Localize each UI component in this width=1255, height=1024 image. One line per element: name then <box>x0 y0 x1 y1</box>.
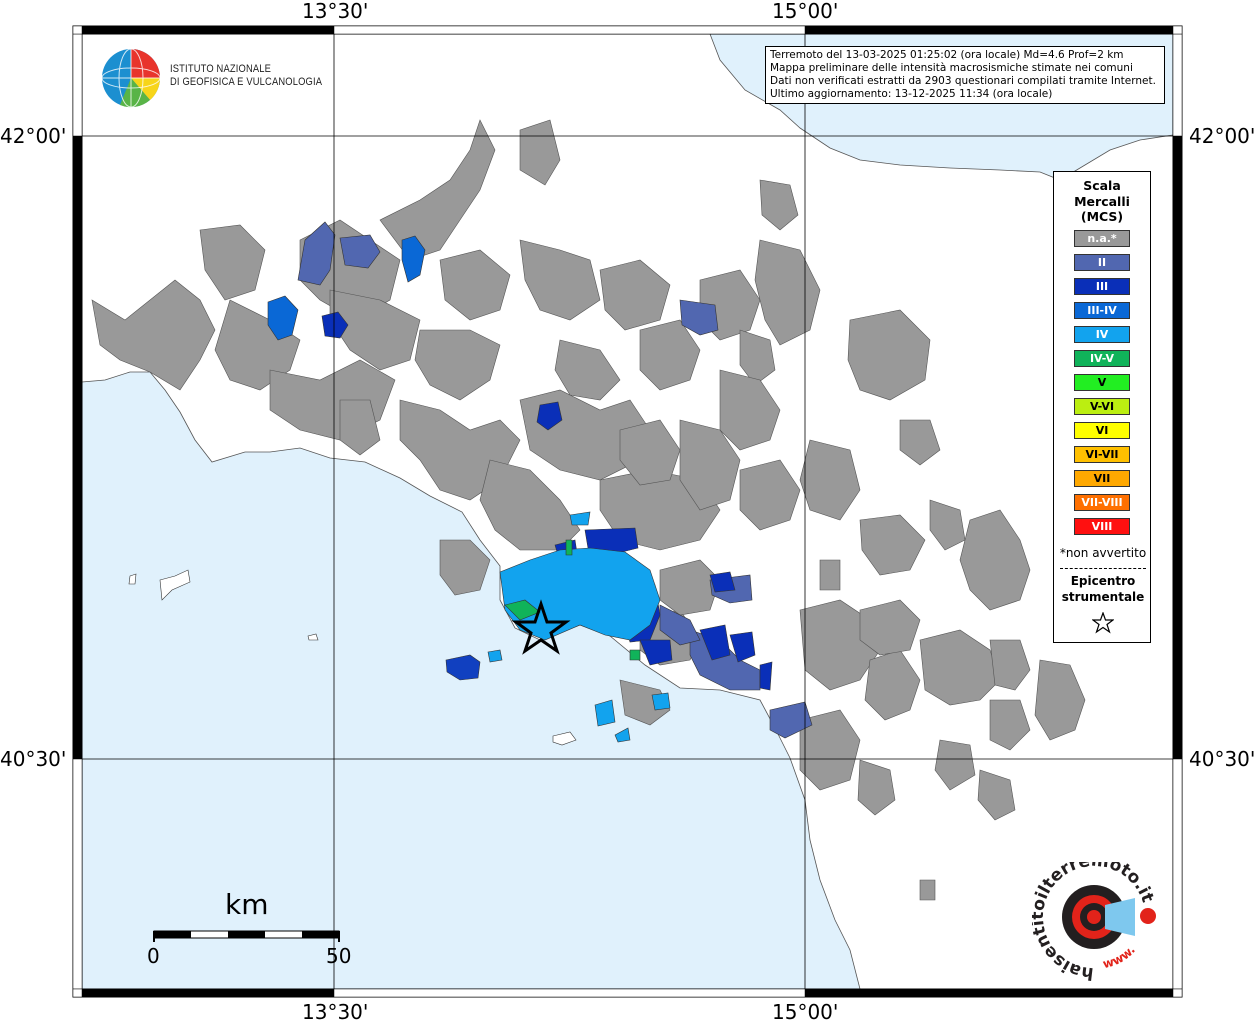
event-info-line1: Terremoto del 13-03-2025 01:25:02 (ora l… <box>770 49 1124 61</box>
star-icon <box>1092 612 1114 634</box>
not-felt-note: *non avvertito <box>1059 546 1147 560</box>
intensity-legend: Scala Mercalli (MCS) n.a.* II III III-IV IV I… <box>1053 171 1151 643</box>
globe-icon <box>101 48 161 108</box>
event-info-line2: Mappa preliminare delle intensità macros… <box>770 62 1133 74</box>
event-info-line3: Dati non verificati estratti da 2903 que… <box>770 75 1156 87</box>
legend-title-line1: Scala <box>1083 178 1121 193</box>
legend-separator <box>1060 568 1146 569</box>
brand-url-path: www. <box>1101 943 1138 971</box>
legend-swatch: IV-V <box>1074 350 1130 367</box>
epicenter-label-line2: strumentale <box>1061 590 1145 604</box>
legend-title-line2: Mercalli <box>1074 193 1130 209</box>
scale-end: 50 <box>326 944 352 968</box>
institute-line1: ISTITUTO NAZIONALE <box>170 63 272 75</box>
lon-label-top-left: 13°30' <box>302 0 369 23</box>
legend-swatch: VI <box>1074 422 1130 439</box>
institute-name: ISTITUTO NAZIONALE DI GEOFISICA E VULCAN… <box>170 63 322 89</box>
event-info-box: Terremoto del 13-03-2025 01:25:02 (ora l… <box>765 46 1165 104</box>
lat-label-right-bottom: 40°30' <box>1189 747 1255 771</box>
legend-title: Scala Mercalli (MCS) <box>1054 178 1150 225</box>
brand-text: haisentitoilterremoto.it <box>1032 862 1157 982</box>
island-procida <box>487 649 503 663</box>
legend-swatch: VI-VII <box>1074 446 1130 463</box>
lon-label-bottom-right: 15°00' <box>772 1000 839 1024</box>
lat-label-left-bottom: 40°30' <box>0 747 67 771</box>
lat-label-right-top: 42°00' <box>1189 124 1255 148</box>
epicenter-legend: Epicentro strumentale <box>1054 573 1152 605</box>
lat-label-left-top: 42°00' <box>0 124 67 148</box>
legend-swatch: V <box>1074 374 1130 391</box>
legend-swatch: VII <box>1074 470 1130 487</box>
legend-swatch: V-VI <box>1074 398 1130 415</box>
legend-swatch: VII-VIII <box>1074 494 1130 511</box>
scale-unit: km <box>225 888 269 921</box>
legend-swatch: VIII <box>1074 518 1130 535</box>
legend-swatch: n.a.* <box>1074 230 1130 247</box>
institute-line2: DI GEOFISICA E VULCANOLOGIA <box>170 76 323 88</box>
legend-swatch: II <box>1074 254 1130 271</box>
event-info-line4: Ultimo aggiornamento: 13-12-2025 11:34 (… <box>770 88 1053 100</box>
legend-swatch: III <box>1074 278 1130 295</box>
legend-swatch: III-IV <box>1074 302 1130 319</box>
brand-text-path: haisentitoilterremoto.it <box>1032 862 1157 982</box>
brand-url: www. <box>1101 943 1138 971</box>
lon-label-bottom-left: 13°30' <box>302 1000 369 1024</box>
brand-logo: haisentitoilterremoto.it www. <box>1032 862 1157 982</box>
epicenter-label-line1: Epicentro <box>1070 574 1136 588</box>
scale-start: 0 <box>147 944 160 968</box>
legend-swatch: IV <box>1074 326 1130 343</box>
legend-title-line3: (MCS) <box>1080 209 1124 224</box>
lon-label-top-right: 15°00' <box>772 0 839 23</box>
